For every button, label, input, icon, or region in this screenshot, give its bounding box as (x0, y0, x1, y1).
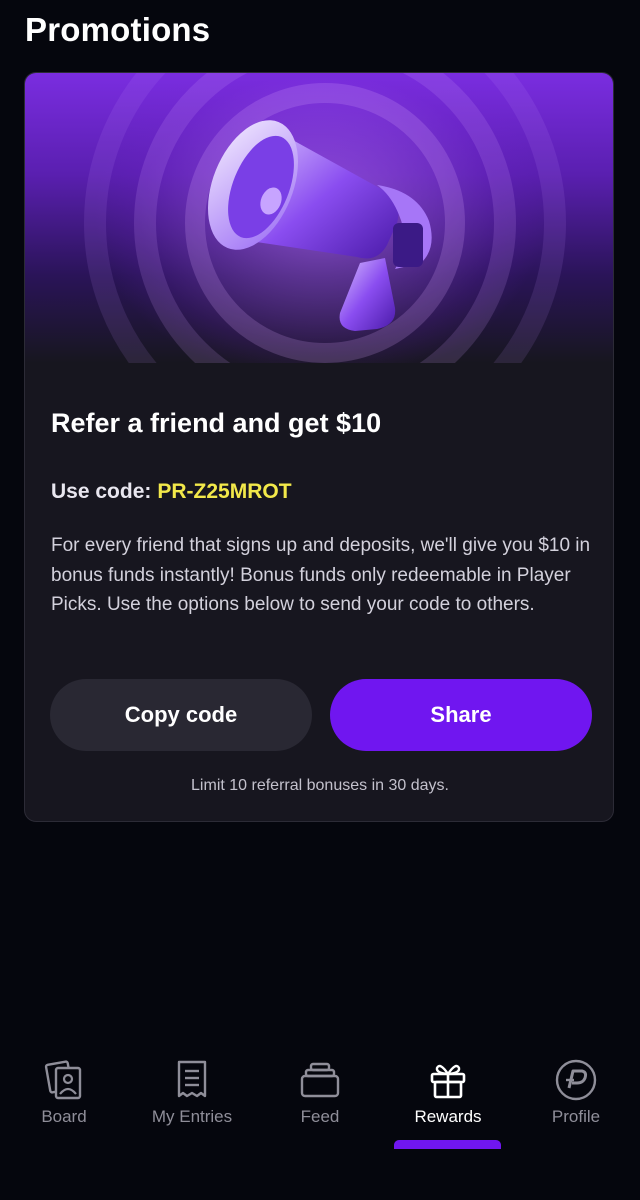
tab-rewards[interactable]: Rewards (384, 1040, 512, 1150)
tab-label-profile: Profile (551, 1107, 601, 1126)
receipt-icon (177, 1060, 207, 1098)
copy-code-button[interactable]: Copy code (50, 679, 312, 751)
gift-icon (430, 1064, 466, 1099)
tab-label-feed: Feed (300, 1107, 340, 1126)
tab-board[interactable]: Board (0, 1040, 128, 1150)
feed-icon (300, 1062, 340, 1098)
referral-code-value: PR-Z25MROT (157, 480, 292, 503)
promo-hero-banner (25, 73, 613, 363)
code-label: Use code: (51, 480, 152, 503)
promo-title: Refer a friend and get $10 (51, 408, 382, 438)
tab-my-entries[interactable]: My Entries (128, 1040, 256, 1150)
bottom-tab-bar: Board My Entries Feed Rewards Profile (0, 1040, 640, 1200)
tab-label-rewards: Rewards (414, 1107, 482, 1126)
referral-promo-card: Refer a friend and get $10 Use code: PR-Z… (24, 72, 614, 822)
megaphone-icon (84, 73, 566, 363)
active-tab-indicator (394, 1140, 501, 1149)
tab-label-board: Board (41, 1107, 87, 1126)
tab-label-my-entries: My Entries (151, 1107, 233, 1126)
page-title: Promotions (25, 11, 211, 48)
share-button[interactable]: Share (330, 679, 592, 751)
board-icon (44, 1060, 82, 1100)
tab-profile[interactable]: Profile (512, 1040, 640, 1150)
referral-code-line: Use code: PR-Z25MROT (51, 477, 292, 507)
profile-logo-icon (555, 1059, 597, 1101)
promo-description: For every friend that signs up and depos… (51, 535, 591, 615)
referral-limit-note: Limit 10 referral bonuses in 30 days. (191, 777, 449, 794)
tab-feed[interactable]: Feed (256, 1040, 384, 1150)
